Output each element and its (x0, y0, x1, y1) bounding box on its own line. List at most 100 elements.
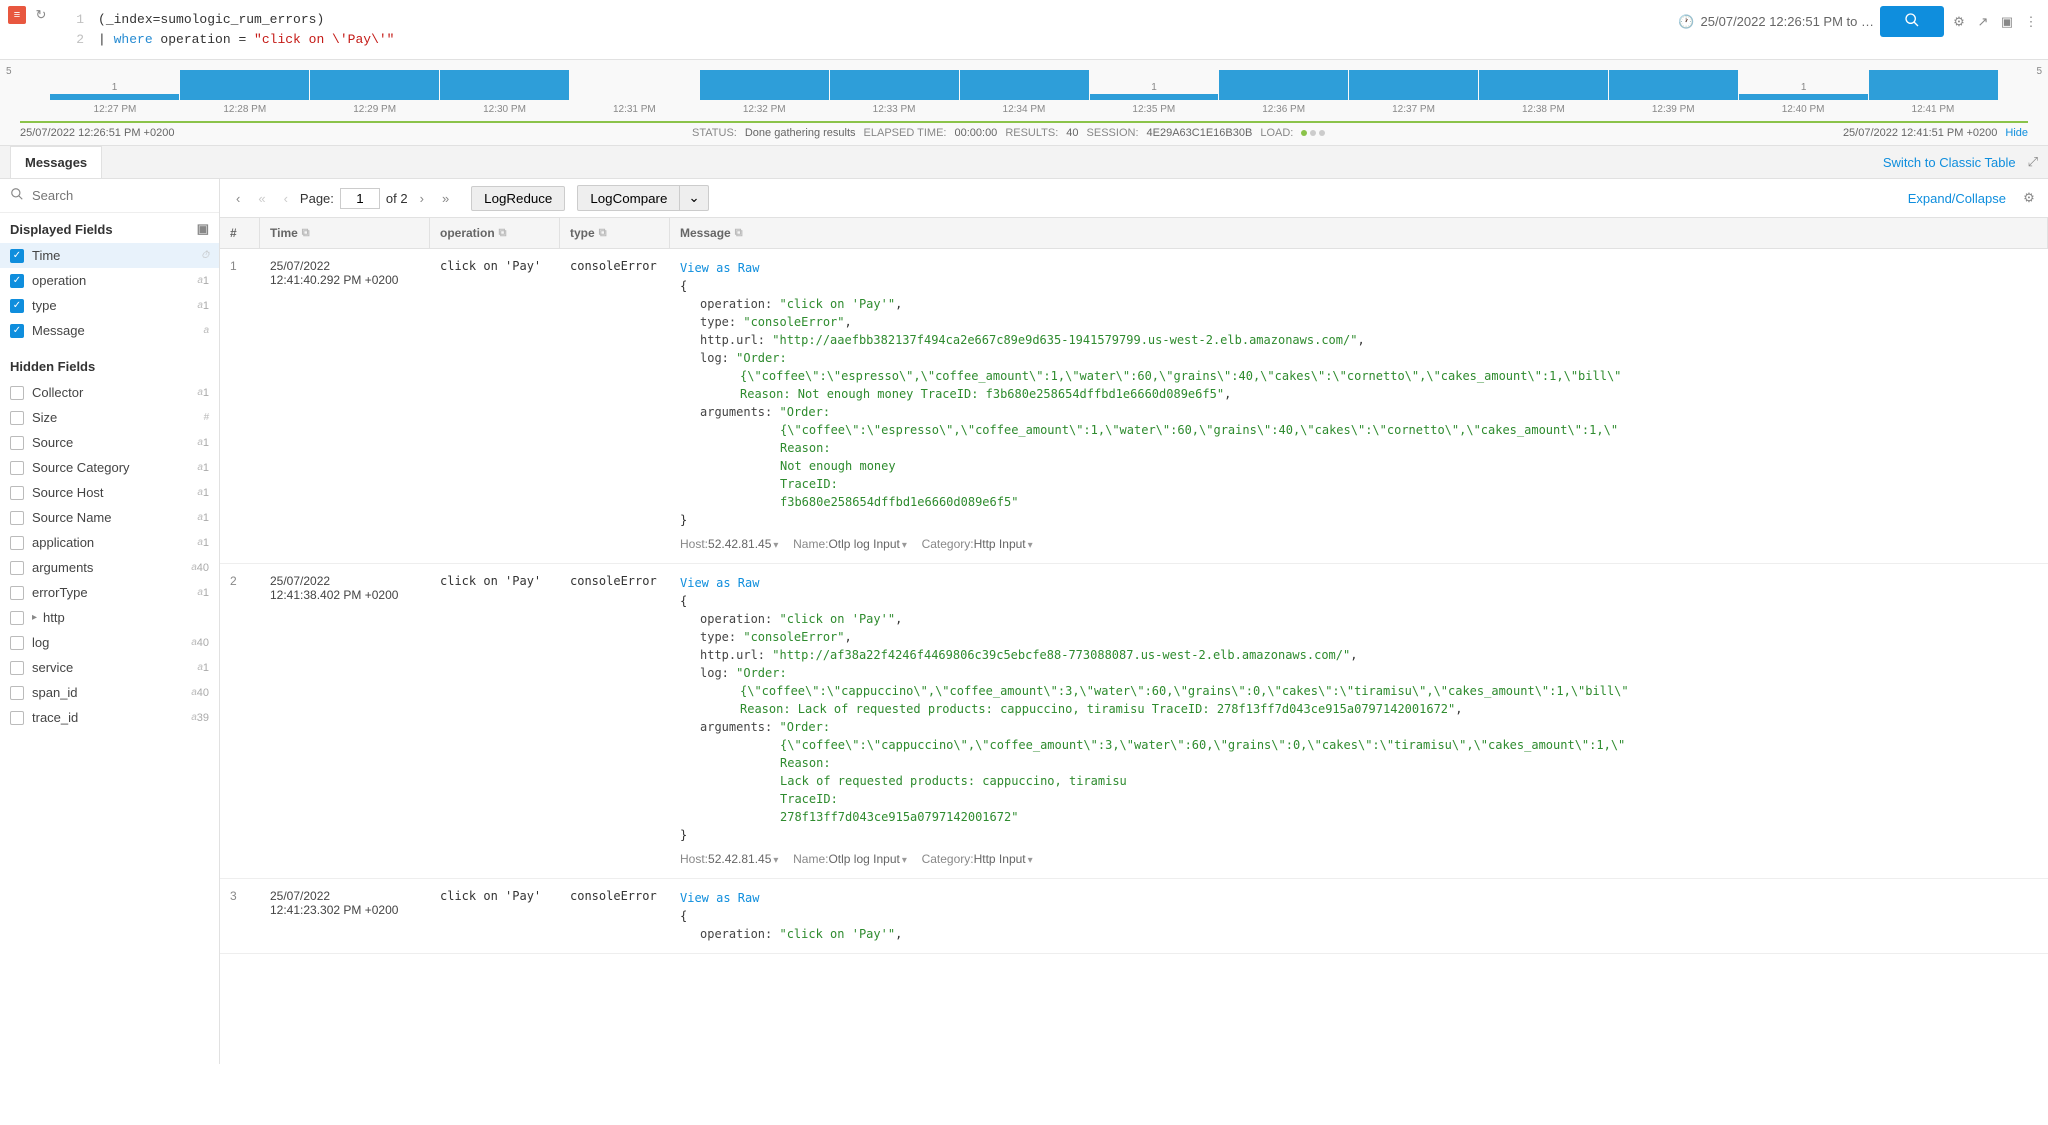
col-message[interactable]: Message⧉ (670, 218, 2048, 248)
fields-search-input[interactable] (32, 188, 209, 203)
results-panel: ‹ « ‹ Page: of 2 › » LogReduce LogCompar… (220, 179, 2048, 1064)
histogram-bar[interactable] (1609, 70, 1738, 100)
field-checkbox[interactable] (10, 536, 24, 550)
col-operation[interactable]: operation⧉ (430, 218, 560, 248)
field-row[interactable]: ✓typea1 (10, 293, 209, 318)
page-total: of 2 (386, 191, 408, 206)
field-checkbox[interactable]: ✓ (10, 249, 24, 263)
fullscreen-icon[interactable]: ⤢ (2028, 154, 2038, 170)
field-row[interactable]: Size# (10, 405, 209, 430)
histogram-bar[interactable] (50, 94, 179, 100)
field-row[interactable]: Source Categorya1 (10, 455, 209, 480)
copy-icon[interactable]: ⧉ (735, 227, 743, 240)
search-icon (10, 187, 24, 204)
field-checkbox[interactable]: ✓ (10, 274, 24, 288)
field-checkbox[interactable] (10, 586, 24, 600)
field-row[interactable]: Sourcea1 (10, 430, 209, 455)
hidden-fields-heading: Hidden Fields (10, 359, 95, 374)
histogram-bar[interactable] (440, 70, 569, 100)
tab-messages[interactable]: Messages (10, 146, 102, 178)
histogram-bar[interactable] (960, 70, 1089, 100)
field-row[interactable]: ✓Time⏱ (0, 243, 219, 268)
col-number[interactable]: # (220, 218, 260, 248)
copy-icon[interactable]: ⧉ (499, 227, 507, 240)
field-row[interactable]: span_ida40 (10, 680, 209, 705)
page-label: Page: (300, 191, 334, 206)
histogram-bar[interactable] (1869, 70, 1998, 100)
field-row[interactable]: trace_ida39 (10, 705, 209, 730)
field-checkbox[interactable] (10, 611, 24, 625)
y-axis-max-left: 5 (6, 66, 12, 77)
view-raw-link[interactable]: View as Raw (680, 576, 759, 590)
field-checkbox[interactable] (10, 636, 24, 650)
copy-icon[interactable]: ⧉ (302, 227, 310, 240)
field-checkbox[interactable] (10, 686, 24, 700)
view-raw-link[interactable]: View as Raw (680, 261, 759, 275)
field-row[interactable]: ✓operationa1 (10, 268, 209, 293)
field-checkbox[interactable]: ✓ (10, 299, 24, 313)
field-checkbox[interactable] (10, 411, 24, 425)
field-row[interactable]: applicationa1 (10, 530, 209, 555)
col-time[interactable]: Time⧉ (260, 218, 430, 248)
more-icon[interactable]: ⋮ (2022, 13, 2040, 31)
share-icon[interactable]: ↗ (1974, 13, 1992, 31)
field-checkbox[interactable] (10, 386, 24, 400)
histogram-bar[interactable] (310, 70, 439, 100)
histogram-bar[interactable] (1739, 94, 1868, 100)
histogram-bar[interactable] (1219, 70, 1348, 100)
field-checkbox[interactable]: ✓ (10, 324, 24, 338)
field-row[interactable]: Source Namea1 (10, 505, 209, 530)
field-checkbox[interactable] (10, 436, 24, 450)
col-type[interactable]: type⧉ (560, 218, 670, 248)
histogram-bar[interactable] (1349, 70, 1478, 100)
first-page-button[interactable]: « (252, 189, 271, 208)
field-checkbox[interactable] (10, 486, 24, 500)
copy-icon[interactable]: ⧉ (599, 227, 607, 240)
histogram-bar[interactable] (700, 70, 829, 100)
save-fields-icon[interactable]: ▣ (197, 221, 209, 237)
field-checkbox[interactable] (10, 711, 24, 725)
field-row[interactable]: argumentsa40 (10, 555, 209, 580)
histogram-bar[interactable] (180, 70, 309, 100)
histogram-bars[interactable]: 111 (50, 70, 1998, 100)
logcompare-button[interactable]: LogCompare (577, 185, 680, 211)
field-row[interactable]: loga40 (10, 630, 209, 655)
histogram-bar[interactable] (1479, 70, 1608, 100)
field-checkbox[interactable] (10, 561, 24, 575)
page-input[interactable] (340, 188, 380, 209)
field-row[interactable]: errorTypea1 (10, 580, 209, 605)
prev-page-button[interactable]: ‹ (278, 189, 294, 208)
query-editor[interactable]: 1(_index=sumologic_rum_errors) 2| where … (56, 6, 1668, 53)
view-raw-link[interactable]: View as Raw (680, 891, 759, 905)
histogram-bar[interactable] (830, 70, 959, 100)
table-header: # Time⧉ operation⧉ type⧉ Message⧉ (220, 218, 2048, 249)
load-indicator (1301, 130, 1325, 136)
save-icon[interactable]: ▣ (1998, 13, 2016, 31)
histogram-footer: 25/07/2022 12:26:51 PM +0200 STATUS:Done… (20, 127, 2028, 145)
time-range-picker[interactable]: 🕐 25/07/2022 12:26:51 PM to … (1678, 14, 1874, 30)
settings-icon[interactable]: ⚙ (2020, 189, 2038, 207)
field-row[interactable]: ▸http (10, 605, 209, 630)
next-page-button[interactable]: › (414, 189, 430, 208)
expand-collapse-link[interactable]: Expand/Collapse (1908, 191, 2006, 206)
table-row: 325/07/202212:41:23.302 PM +0200click on… (220, 879, 2048, 954)
logreduce-button[interactable]: LogReduce (471, 186, 565, 211)
field-row[interactable]: ✓Messagea (10, 318, 209, 343)
field-checkbox[interactable] (10, 511, 24, 525)
field-checkbox[interactable] (10, 461, 24, 475)
field-row[interactable]: servicea1 (10, 655, 209, 680)
hide-histogram-link[interactable]: Hide (2005, 127, 2028, 139)
collapse-icon[interactable]: ‹ (230, 189, 246, 208)
field-row[interactable]: Collectora1 (10, 380, 209, 405)
last-page-button[interactable]: » (436, 189, 455, 208)
field-checkbox[interactable] (10, 661, 24, 675)
search-button[interactable] (1880, 6, 1944, 37)
logo-icon: ≡ (8, 6, 26, 24)
history-icon[interactable]: ↻ (32, 6, 50, 24)
switch-classic-link[interactable]: Switch to Classic Table (1883, 155, 2016, 170)
field-row[interactable]: Source Hosta1 (10, 480, 209, 505)
histogram-bar[interactable] (1090, 94, 1219, 100)
fields-sidebar: Displayed Fields▣ ✓Time⏱✓operationa1✓typ… (0, 179, 220, 1064)
gear-icon[interactable]: ⚙ (1950, 13, 1968, 31)
logcompare-dropdown[interactable]: ⌄ (680, 185, 708, 211)
